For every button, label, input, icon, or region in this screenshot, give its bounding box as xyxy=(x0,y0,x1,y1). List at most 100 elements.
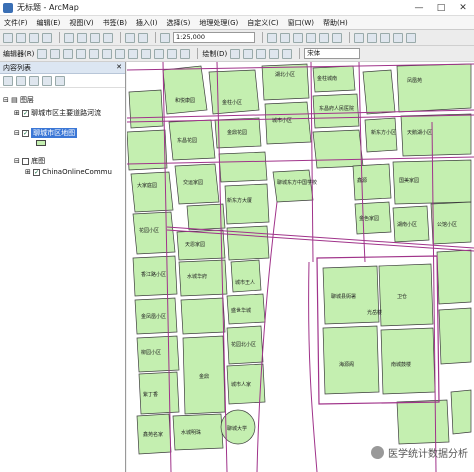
toc-basemap-group[interactable]: ⊟ 底图 xyxy=(14,156,45,166)
toc-close-icon[interactable]: ✕ xyxy=(116,63,122,72)
menu-edit[interactable]: 编辑(E) xyxy=(37,18,61,28)
menu-help[interactable]: 帮助(H) xyxy=(323,18,348,28)
list-by-selection-icon[interactable] xyxy=(42,75,52,86)
cut-polygons-icon[interactable] xyxy=(128,48,139,59)
undo-icon[interactable] xyxy=(125,32,135,43)
menu-file[interactable]: 文件(F) xyxy=(4,18,28,28)
parcel xyxy=(312,129,364,169)
expand-icon[interactable]: ⊞ xyxy=(25,168,33,176)
rotate-icon[interactable] xyxy=(154,48,165,59)
split-icon[interactable] xyxy=(141,48,152,59)
scale-dropdown[interactable]: 1:25,000 xyxy=(173,32,255,43)
expand-icon[interactable]: ⊞ xyxy=(14,109,22,117)
layer-visibility-checkbox[interactable] xyxy=(22,157,30,165)
sketch-properties-icon[interactable] xyxy=(180,48,191,59)
font-dropdown[interactable]: 宋体 xyxy=(304,48,361,59)
zoom-in-icon[interactable] xyxy=(354,32,364,43)
map-label: 金色家园 xyxy=(359,215,379,222)
toc-layer-region[interactable]: ⊟ ✓ 聊城市区地图 xyxy=(14,128,78,138)
identify-icon[interactable] xyxy=(406,32,416,43)
map-label: 东昌花园 xyxy=(177,137,197,144)
expand-icon[interactable]: ⊟ xyxy=(3,96,11,104)
expand-icon[interactable]: ⊟ xyxy=(14,157,22,165)
toc-layer-roads[interactable]: ⊞ ✓ 聊城市区主要道路河流 xyxy=(14,108,101,118)
edit-tool-icon[interactable] xyxy=(37,48,48,59)
attributes-icon[interactable] xyxy=(167,48,178,59)
point-icon[interactable] xyxy=(89,48,100,59)
map-label: 聊城大学 xyxy=(227,425,247,432)
layer-visibility-checkbox[interactable]: ✓ xyxy=(22,129,30,137)
close-button[interactable]: ✕ xyxy=(452,3,474,13)
reshape-icon[interactable] xyxy=(115,48,126,59)
menu-windows[interactable]: 窗口(W) xyxy=(288,18,314,28)
open-icon[interactable] xyxy=(16,32,26,43)
rotate-element-icon[interactable] xyxy=(243,48,254,59)
zoom-out-icon[interactable] xyxy=(367,32,377,43)
map-label: 光岳楼 xyxy=(367,309,382,316)
edit-vertices-icon[interactable] xyxy=(102,48,113,59)
map-label: 金柱小区 xyxy=(222,99,242,106)
full-extent-icon[interactable] xyxy=(393,32,403,43)
print-icon[interactable] xyxy=(42,32,52,43)
maximize-button[interactable]: □ xyxy=(430,3,452,13)
save-icon[interactable] xyxy=(29,32,39,43)
polygon-symbol-swatch[interactable] xyxy=(36,140,46,146)
map-canvas[interactable]: 湖北小区 金柱小区 金柱城南 和悦康园 金鼎花园 东昌花园 城市小区 东昌府人民… xyxy=(127,62,474,472)
map-label: 国美家园 xyxy=(399,177,419,184)
list-by-drawing-order-icon[interactable] xyxy=(3,75,13,86)
add-data-icon[interactable] xyxy=(160,32,170,43)
delete-icon[interactable] xyxy=(103,32,113,43)
map-label: 凤凰苑 xyxy=(407,77,422,84)
text-icon[interactable] xyxy=(282,48,293,59)
menu-customize[interactable]: 自定义(C) xyxy=(247,18,278,28)
trace-icon[interactable] xyxy=(76,48,87,59)
parcel xyxy=(218,151,268,183)
map-label: 聊城县衙署 xyxy=(331,293,356,300)
options-icon[interactable] xyxy=(55,75,65,86)
editor-menu[interactable]: 编辑器(R) xyxy=(3,49,34,59)
layer-visibility-checkbox[interactable]: ✓ xyxy=(22,109,30,117)
pan-icon[interactable] xyxy=(380,32,390,43)
map-label: 南城鼓楼 xyxy=(391,361,411,368)
list-by-source-icon[interactable] xyxy=(16,75,26,86)
toc-root-layers[interactable]: ⊟ ▤ 图层 xyxy=(3,95,34,105)
end-point-arc-icon[interactable] xyxy=(63,48,74,59)
catalog-icon[interactable] xyxy=(293,32,303,43)
map-label: 大家庭园 xyxy=(137,182,157,189)
editor-toolbar-icon[interactable] xyxy=(267,32,277,43)
new-icon[interactable] xyxy=(3,32,13,43)
arctoolbox-icon[interactable] xyxy=(319,32,329,43)
straight-segment-icon[interactable] xyxy=(50,48,61,59)
parcel xyxy=(322,325,380,395)
expand-icon[interactable]: ⊟ xyxy=(14,129,22,137)
redo-icon[interactable] xyxy=(138,32,148,43)
parcel xyxy=(450,389,472,435)
title-bar: 无标题 - ArcMap — □ ✕ xyxy=(0,0,474,16)
map-view[interactable]: 湖北小区 金柱小区 金柱城南 和悦康园 金鼎花园 东昌花园 城市小区 东昌府人民… xyxy=(127,62,474,472)
menu-view[interactable]: 视图(V) xyxy=(69,18,93,28)
road xyxy=(310,62,314,263)
map-label: 城市人家 xyxy=(231,381,251,388)
layer-visibility-checkbox[interactable]: ✓ xyxy=(33,168,41,176)
draw-menu[interactable]: 绘制(D) xyxy=(202,49,227,59)
list-by-visibility-icon[interactable] xyxy=(29,75,39,86)
toc-basemap-layer[interactable]: ⊞ ✓ ChinaOnlineCommu xyxy=(25,168,112,176)
wechat-logo-icon xyxy=(371,446,384,459)
zoom-to-selected-icon[interactable] xyxy=(256,48,267,59)
menu-geoprocessing[interactable]: 地理处理(G) xyxy=(199,18,238,28)
select-elements-icon[interactable] xyxy=(230,48,241,59)
toc-region-legend[interactable] xyxy=(36,140,46,146)
menu-insert[interactable]: 插入(I) xyxy=(136,18,158,28)
menu-selection[interactable]: 选择(S) xyxy=(166,18,190,28)
parcel xyxy=(436,249,472,305)
toc-icon[interactable] xyxy=(280,32,290,43)
parcel xyxy=(186,203,226,231)
minimize-button[interactable]: — xyxy=(408,3,430,13)
cut-icon[interactable] xyxy=(64,32,74,43)
copy-icon[interactable] xyxy=(77,32,87,43)
python-icon[interactable] xyxy=(332,32,342,43)
menu-bookmarks[interactable]: 书签(B) xyxy=(103,18,127,28)
paste-icon[interactable] xyxy=(90,32,100,43)
search-icon[interactable] xyxy=(306,32,316,43)
rectangle-icon[interactable] xyxy=(269,48,280,59)
